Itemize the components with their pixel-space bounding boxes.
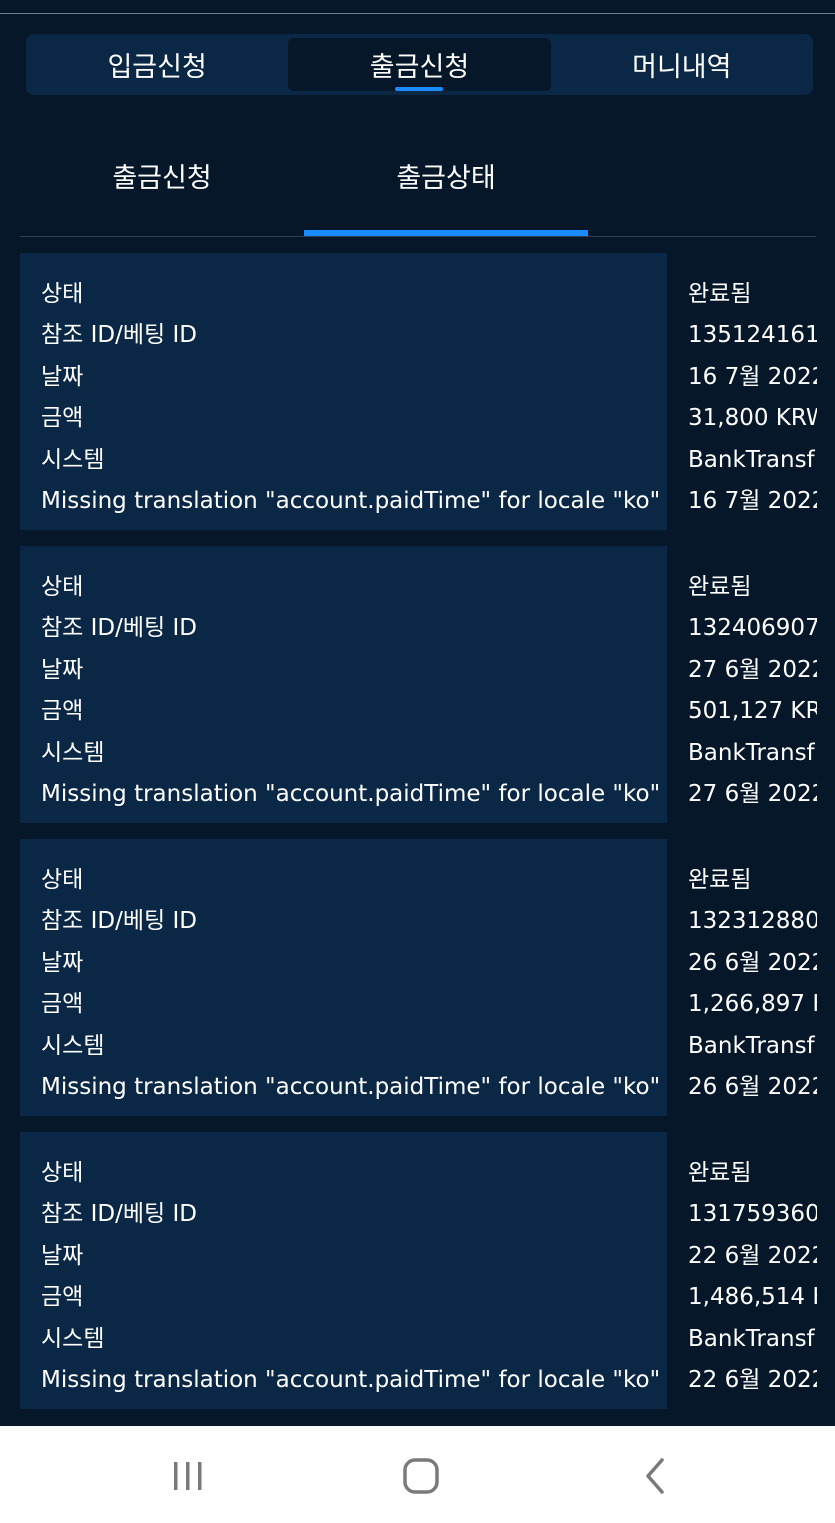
tab-money-history[interactable]: 머니내역 — [551, 34, 813, 95]
paid-time-label: Missing translation "account.paidTime" f… — [41, 1367, 661, 1393]
paid-time-label: Missing translation "account.paidTime" f… — [41, 781, 661, 807]
home-icon — [403, 1458, 439, 1494]
ref-id-label: 참조 ID/베팅 ID — [41, 1201, 197, 1227]
amount-value: 1,266,897 K — [688, 991, 817, 1017]
recent-apps-icon — [174, 1462, 202, 1490]
system-label: 시스템 — [41, 447, 105, 473]
system-label: 시스템 — [41, 1326, 105, 1352]
ref-id-value: 132312880 — [688, 908, 817, 934]
system-value: BankTransf — [688, 740, 815, 766]
date-label: 날짜 — [41, 364, 84, 390]
date-value: 26 6월 2022 — [688, 950, 817, 976]
withdrawal-record: 상태 완료됨 참조 ID/베팅 ID 132406907 날짜 27 6월 20… — [20, 546, 835, 823]
subtab-withdraw-status[interactable]: 출금상태 — [304, 130, 588, 236]
paid-time-value: 27 6월 2022 — [688, 781, 817, 807]
tab-withdraw-request[interactable]: 출금신청 — [288, 38, 551, 91]
status-value: 완료됨 — [688, 867, 752, 893]
date-label: 날짜 — [41, 657, 84, 683]
main-tab-bar: 입금신청 출금신청 머니내역 — [26, 34, 813, 95]
paid-time-value: 26 6월 2022 — [688, 1074, 817, 1100]
ref-id-value: 135124161 — [688, 322, 817, 348]
amount-value: 501,127 KRʼ — [688, 698, 817, 724]
ref-id-label: 참조 ID/베팅 ID — [41, 322, 197, 348]
system-navigation-bar — [0, 1426, 835, 1523]
top-divider — [0, 0, 835, 14]
ref-id-value: 131759360 — [688, 1201, 817, 1227]
ref-id-label: 참조 ID/베팅 ID — [41, 908, 197, 934]
amount-value: 31,800 KRW — [688, 405, 817, 431]
paid-time-value: 16 7월 2022 — [688, 488, 817, 514]
tab-label: 머니내역 — [632, 52, 732, 83]
ref-id-value: 132406907 — [688, 615, 817, 641]
status-label: 상태 — [41, 281, 84, 307]
system-value: BankTransf — [688, 447, 815, 473]
back-button[interactable] — [615, 1448, 695, 1504]
paid-time-label: Missing translation "account.paidTime" f… — [41, 1074, 661, 1100]
subtab-withdraw-request[interactable]: 출금신청 — [20, 130, 304, 236]
system-value: BankTransf — [688, 1033, 815, 1059]
tab-label: 출금신청 — [369, 52, 470, 83]
amount-label: 금액 — [41, 1284, 84, 1310]
date-label: 날짜 — [41, 950, 84, 976]
tab-label: 입금신청 — [107, 52, 207, 83]
status-value: 완료됨 — [688, 1160, 752, 1186]
subtab-label: 출금상태 — [396, 162, 496, 194]
tab-deposit-request[interactable]: 입금신청 — [26, 34, 288, 95]
withdrawal-record: 상태 완료됨 참조 ID/베팅 ID 132312880 날짜 26 6월 20… — [20, 839, 835, 1116]
amount-value: 1,486,514 K — [688, 1284, 817, 1310]
back-icon — [646, 1458, 664, 1494]
system-label: 시스템 — [41, 740, 105, 766]
date-value: 27 6월 2022 — [688, 657, 817, 683]
status-label: 상태 — [41, 867, 84, 893]
withdrawal-record: 상태 완료됨 참조 ID/베팅 ID 131759360 날짜 22 6월 20… — [20, 1132, 835, 1409]
paid-time-value: 22 6월 2022 — [688, 1367, 817, 1393]
status-value: 완료됨 — [688, 574, 752, 600]
sub-tab-bar: 출금신청 출금상태 — [20, 130, 816, 237]
subtab-label: 출금신청 — [112, 162, 212, 194]
amount-label: 금액 — [41, 991, 84, 1017]
recent-apps-button[interactable] — [148, 1448, 228, 1504]
status-label: 상태 — [41, 1160, 84, 1186]
withdrawal-record: 상태 완료됨 참조 ID/베팅 ID 135124161 날짜 16 7월 20… — [20, 253, 835, 530]
active-subtab-indicator — [304, 230, 588, 236]
active-tab-indicator — [395, 87, 444, 91]
date-label: 날짜 — [41, 1243, 84, 1269]
status-label: 상태 — [41, 574, 84, 600]
ref-id-label: 참조 ID/베팅 ID — [41, 615, 197, 641]
paid-time-label: Missing translation "account.paidTime" f… — [41, 488, 661, 514]
status-value: 완료됨 — [688, 281, 752, 307]
date-value: 22 6월 2022 — [688, 1243, 817, 1269]
amount-label: 금액 — [41, 698, 84, 724]
system-value: BankTransf — [688, 1326, 815, 1352]
home-button[interactable] — [381, 1448, 461, 1504]
system-label: 시스템 — [41, 1033, 105, 1059]
amount-label: 금액 — [41, 405, 84, 431]
date-value: 16 7월 2022 — [688, 364, 817, 390]
